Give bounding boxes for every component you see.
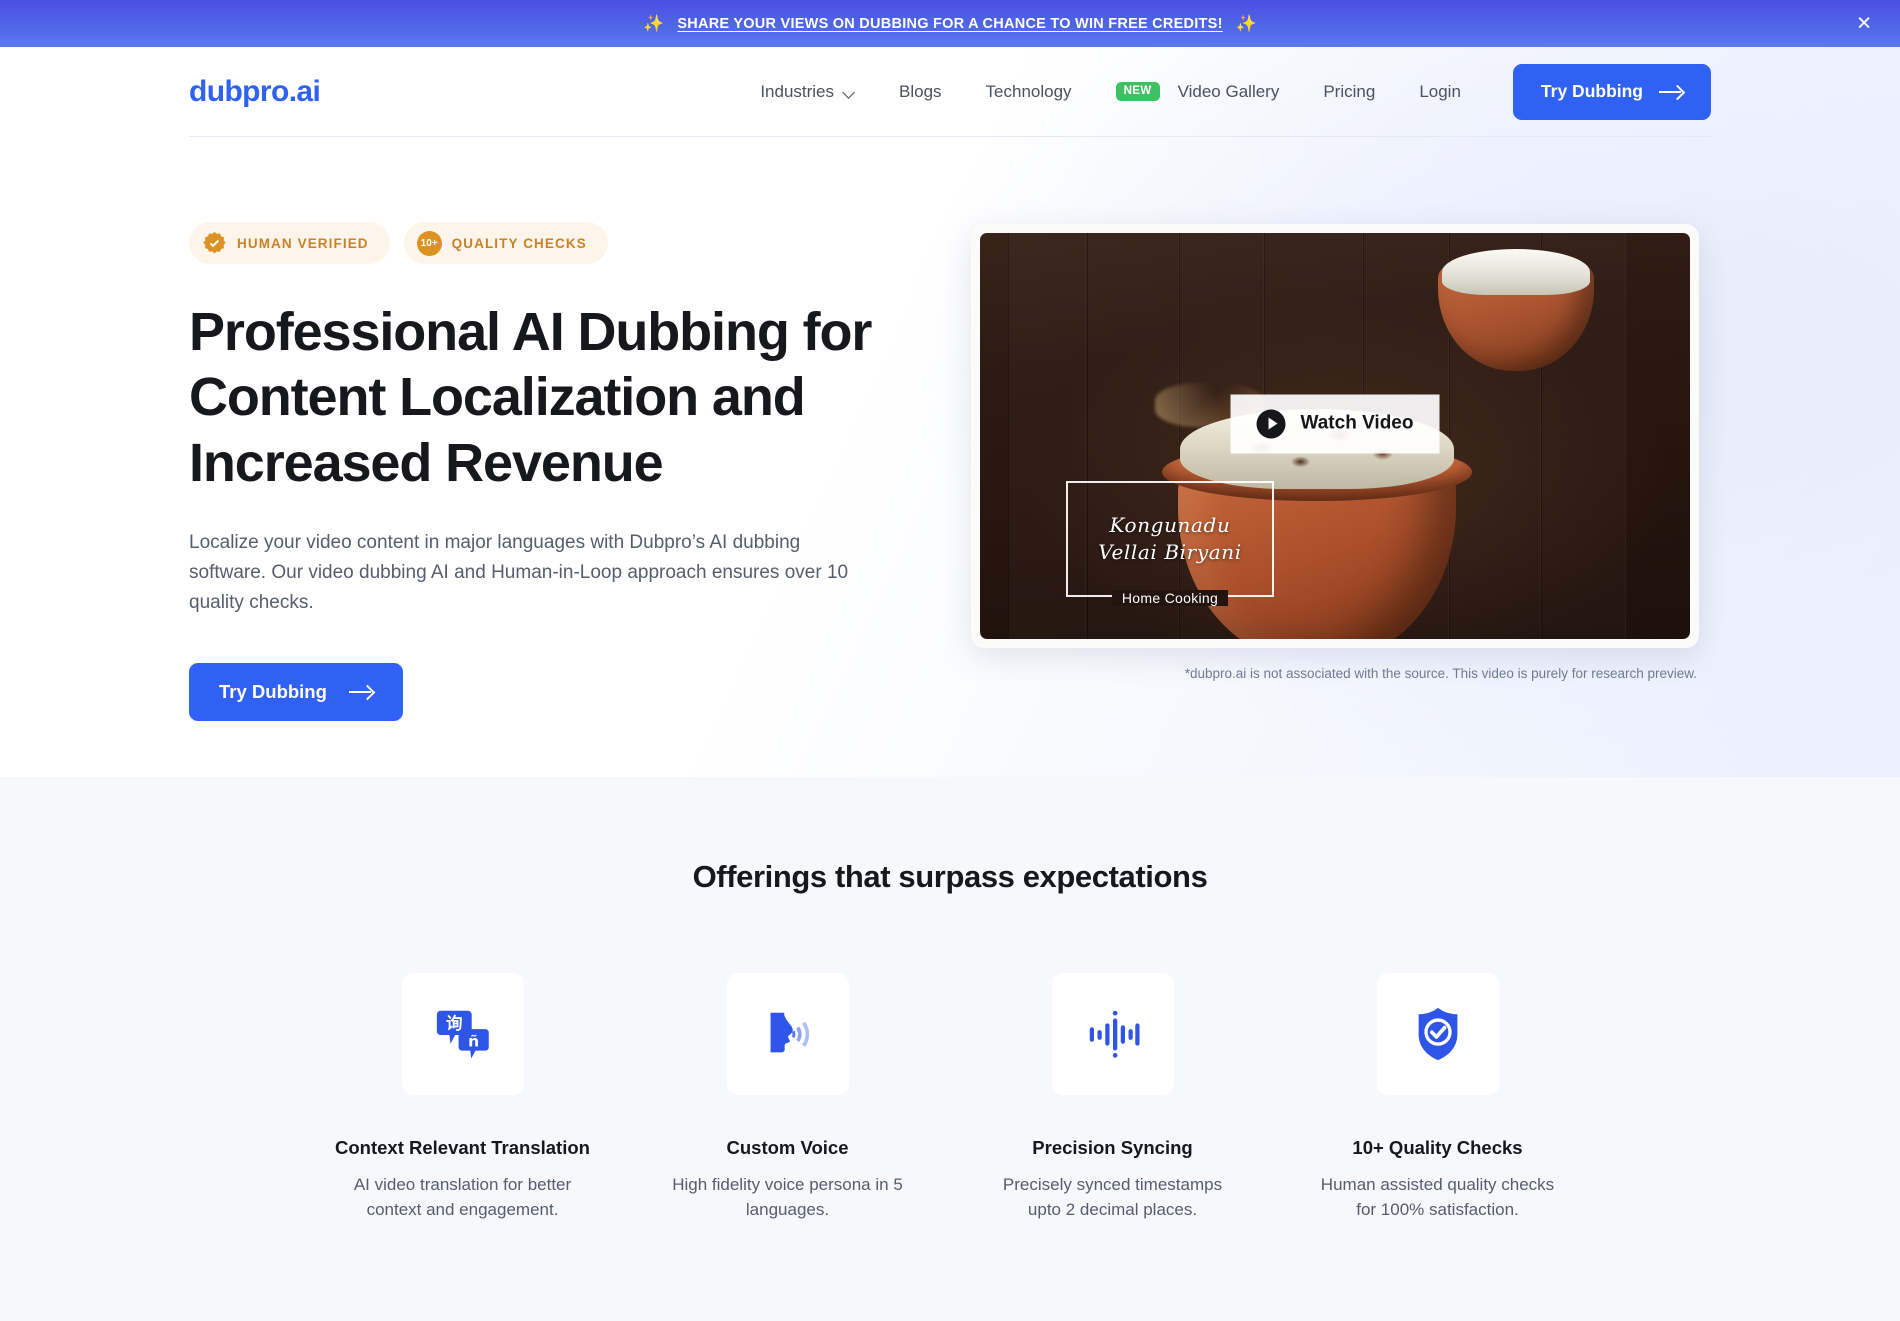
card-icon-wrapper: 询 ñ <box>401 973 524 1095</box>
svg-text:ñ: ñ <box>468 1033 479 1051</box>
nav-item-login[interactable]: Login <box>1397 82 1483 102</box>
main-navigation: dubpro.ai Industries Blogs Technology NE… <box>189 47 1711 137</box>
card-title: Context Relevant Translation <box>335 1137 590 1158</box>
hero-try-dubbing-button[interactable]: Try Dubbing <box>189 663 403 722</box>
badge-quality-checks: 10+ QUALITY CHECKS <box>403 222 608 264</box>
offering-card-quality-checks: 10+ Quality Checks Human assisted qualit… <box>1275 973 1600 1223</box>
page-title: Professional AI Dubbing for Content Loca… <box>189 302 872 493</box>
promo-banner: ✨ SHARE YOUR VIEWS ON DUBBING FOR A CHAN… <box>0 0 1900 47</box>
ten-plus-badge-icon: 10+ <box>416 230 442 256</box>
nav-item-label: Industries <box>760 81 835 101</box>
hero-content: HUMAN VERIFIED 10+ QUALITY CHECKS Profes… <box>189 137 1711 722</box>
video-thumbnail[interactable]: Watch Video Kongunadu Vellai Biryani Hom… <box>980 233 1690 639</box>
site-logo[interactable]: dubpro.ai <box>189 75 321 109</box>
nav-item-label: Pricing <box>1323 81 1376 101</box>
chevron-down-icon <box>843 88 855 95</box>
offering-card-precision-syncing: Precision Syncing Precisely synced times… <box>950 973 1275 1223</box>
video-caption-overlay: Kongunadu Vellai Biryani Home Cooking <box>1066 481 1274 606</box>
card-icon-wrapper <box>1376 973 1499 1095</box>
badge-label: HUMAN VERIFIED <box>237 235 369 251</box>
caption-line-2: Vellai Biryani <box>1098 540 1242 564</box>
nav-item-blogs[interactable]: Blogs <box>877 82 964 102</box>
card-icon-wrapper <box>726 973 849 1095</box>
offering-card-context-relevant-translation: 询 ñ Context Relevant Translation AI vide… <box>300 973 625 1223</box>
offerings-card-grid: 询 ñ Context Relevant Translation AI vide… <box>300 973 1600 1223</box>
nav-item-label: Technology <box>985 81 1072 101</box>
hero-badges: HUMAN VERIFIED 10+ QUALITY CHECKS <box>189 222 949 264</box>
card-description: High fidelity voice persona in 5 languag… <box>672 1175 903 1219</box>
card-title: Precision Syncing <box>1032 1137 1193 1158</box>
verified-seal-icon <box>203 231 226 253</box>
nav-links-group: Industries Blogs Technology NEW Video Ga… <box>738 63 1711 120</box>
translate-chat-bubbles-icon: 询 ñ <box>436 1010 489 1059</box>
nav-item-label: Login <box>1419 81 1461 101</box>
hero-subtitle: Localize your video content in major lan… <box>189 531 849 614</box>
sparkle-right-icon: ✨ <box>1235 14 1257 33</box>
card-title: Custom Voice <box>726 1137 849 1158</box>
offerings-heading: Offerings that surpass expectations <box>692 859 1208 894</box>
new-badge: NEW <box>1115 82 1160 101</box>
sparkle-left-icon: ✨ <box>643 14 665 33</box>
close-icon[interactable]: ✕ <box>1856 14 1872 33</box>
shield-check-icon <box>1418 1007 1457 1061</box>
video-disclaimer: *dubpro.ai is not associated with the so… <box>1184 666 1697 681</box>
speaking-face-icon <box>770 1012 809 1053</box>
card-icon-wrapper <box>1051 973 1174 1095</box>
nav-item-video-gallery[interactable]: NEW Video Gallery <box>1094 82 1302 102</box>
arrow-right-icon <box>1659 85 1683 99</box>
hero-video-column: Watch Video Kongunadu Vellai Biryani Hom… <box>949 222 1711 721</box>
card-title: 10+ Quality Checks <box>1352 1137 1523 1158</box>
badge-label: QUALITY CHECKS <box>451 235 587 251</box>
arrow-right-icon <box>348 685 373 699</box>
card-description: AI video translation for better context … <box>353 1175 572 1219</box>
watch-video-button[interactable]: Watch Video <box>1230 394 1440 454</box>
offerings-section: Offerings that surpass expectations 询 ñ … <box>0 777 1900 1321</box>
caption-subtitle: Home Cooking <box>1111 590 1229 606</box>
offering-card-custom-voice: Custom Voice High fidelity voice persona… <box>625 973 950 1223</box>
audio-waveform-icon <box>1089 1010 1140 1058</box>
promo-banner-content[interactable]: ✨ SHARE YOUR VIEWS ON DUBBING FOR A CHAN… <box>643 15 1257 32</box>
hero-section: dubpro.ai Industries Blogs Technology NE… <box>0 47 1900 777</box>
nav-item-technology[interactable]: Technology <box>964 82 1094 102</box>
caption-line-1: Kongunadu <box>1109 513 1231 537</box>
video-frame: Watch Video Kongunadu Vellai Biryani Hom… <box>971 224 1699 648</box>
badge-human-verified: HUMAN VERIFIED <box>189 222 390 264</box>
nav-item-pricing[interactable]: Pricing <box>1301 82 1397 102</box>
hero-cta-label: Try Dubbing <box>219 681 327 703</box>
play-icon <box>1256 409 1286 439</box>
card-description: Precisely synced timestamps upto 2 decim… <box>1002 1175 1223 1219</box>
nav-cta-label: Try Dubbing <box>1540 81 1643 101</box>
nav-item-label: Video Gallery <box>1177 81 1280 101</box>
watch-video-label: Watch Video <box>1300 412 1414 434</box>
card-description: Human assisted quality checks for 100% s… <box>1320 1175 1555 1219</box>
nav-item-industries[interactable]: Industries <box>738 82 877 102</box>
nav-item-label: Blogs <box>899 81 942 101</box>
nav-try-dubbing-button[interactable]: Try Dubbing <box>1512 63 1711 120</box>
small-bowl-rice <box>1442 249 1590 295</box>
hero-text-column: HUMAN VERIFIED 10+ QUALITY CHECKS Profes… <box>189 222 949 722</box>
promo-banner-link[interactable]: SHARE YOUR VIEWS ON DUBBING FOR A CHANCE… <box>677 16 1222 32</box>
